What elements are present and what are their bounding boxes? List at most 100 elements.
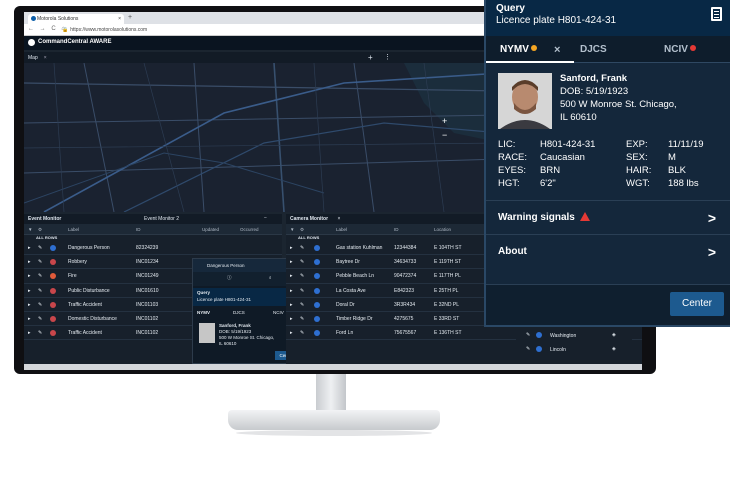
more-options-icon[interactable]: ⋮	[384, 53, 391, 61]
row-label: Timber Ridge Dr	[336, 315, 373, 322]
settings-gear-icon[interactable]: ⚙	[300, 227, 304, 233]
mini-addr1: 500 W Monroe St. Chicago,	[219, 335, 275, 340]
tab-nciv-label: NCIV	[664, 44, 688, 55]
pin-icon[interactable]: ✎	[38, 288, 42, 294]
mini-tab-djcs[interactable]: DJCS	[233, 310, 245, 315]
row-location: E 136TH ST	[434, 330, 462, 337]
person-address-line2: IL 60610	[560, 112, 597, 123]
add-panel-icon[interactable]: +	[368, 53, 373, 62]
mini-name: Sanford, Frank	[219, 323, 251, 328]
row-id: 90472374	[394, 273, 417, 280]
pin-icon[interactable]: ✎	[300, 330, 304, 336]
list-item[interactable]: ✎ Washington ◈	[516, 329, 632, 343]
row-label: Doral Dr	[336, 301, 355, 308]
about-row[interactable]: About >	[486, 234, 730, 268]
url-field[interactable]: 🔒 https://www.motorolasolutions.com	[62, 27, 147, 33]
pin-icon[interactable]: ✎	[38, 302, 42, 308]
chevron-right-icon[interactable]: >	[708, 244, 716, 260]
chevron-right-icon[interactable]: >	[708, 210, 716, 226]
table-row[interactable]: ▸ ✎ Dangerous Person 82324239	[24, 241, 282, 256]
row-label: Robbery	[68, 259, 87, 266]
col-id[interactable]: ID	[136, 227, 141, 232]
pin-icon[interactable]: ✎	[38, 245, 42, 251]
pin-icon[interactable]: ✎	[300, 302, 304, 308]
document-icon[interactable]	[711, 7, 722, 21]
center-button[interactable]: Center	[670, 292, 724, 316]
zoom-in-icon[interactable]: +	[442, 116, 447, 126]
col-id[interactable]: ID	[394, 227, 399, 232]
list-item-label: Washington	[550, 333, 577, 339]
pin-icon[interactable]: ✎	[300, 273, 304, 279]
filter-icon[interactable]: ▼	[28, 227, 32, 232]
tab-nymv[interactable]: NYMV	[500, 44, 537, 55]
pin-icon[interactable]: ✎	[300, 316, 304, 322]
person-name: Sanford, Frank	[560, 73, 628, 84]
camera-icon	[536, 346, 542, 352]
settings-gear-icon[interactable]: ⚙	[38, 227, 42, 233]
pin-icon[interactable]: ✎	[300, 245, 304, 251]
expand-icon[interactable]: ▸	[28, 330, 31, 336]
expand-icon[interactable]: ▸	[28, 302, 31, 308]
pin-icon[interactable]: ✎	[300, 259, 304, 265]
pin-icon[interactable]: ✎	[526, 346, 530, 352]
close-tab-icon[interactable]: ×	[554, 44, 560, 56]
mini-popup-toolbar: ⓘ ⌕	[193, 272, 301, 286]
pin-icon[interactable]: ✎	[38, 330, 42, 336]
list-item[interactable]: ✎ Lincoln ◈	[516, 343, 632, 357]
map-panel-header: Map × + ⋮	[24, 52, 502, 63]
mini-tab-nciv[interactable]: NCIV	[273, 310, 284, 315]
col-label[interactable]: Label	[68, 227, 79, 232]
expand-icon[interactable]: ▸	[290, 245, 293, 251]
col-location[interactable]: Location	[434, 227, 451, 232]
col-updated[interactable]: Updated	[202, 227, 219, 232]
tab-nciv[interactable]: NCIV	[664, 44, 696, 55]
warning-signals-row[interactable]: Warning signals >	[486, 200, 730, 234]
map-canvas[interactable]	[24, 62, 502, 212]
mini-tab-nymv[interactable]: NYMV	[197, 310, 210, 315]
expand-icon[interactable]: ▸	[290, 259, 293, 265]
expand-icon[interactable]: ▸	[290, 316, 293, 322]
expand-icon[interactable]: ▸	[28, 245, 31, 251]
locate-icon[interactable]: ◈	[612, 332, 616, 338]
minimize-icon[interactable]: −	[264, 215, 267, 221]
wgt-label: WGT:	[626, 178, 650, 189]
search-icon[interactable]: ⌕	[269, 275, 272, 280]
row-id: 12344384	[394, 245, 417, 251]
locate-icon[interactable]: ◈	[612, 346, 616, 352]
sex-label: SEX:	[626, 152, 648, 163]
col-occurred[interactable]: Occurred	[240, 227, 259, 232]
expand-icon[interactable]: ▸	[28, 259, 31, 265]
pin-icon[interactable]: ✎	[38, 316, 42, 322]
expand-icon[interactable]: ▸	[28, 288, 31, 294]
new-tab-icon[interactable]: +	[128, 14, 132, 21]
close-map-icon[interactable]: ×	[44, 55, 47, 61]
card-subtitle: Licence plate H801-424-31	[496, 15, 617, 26]
camera-icon	[314, 330, 320, 337]
info-icon[interactable]: ⓘ	[227, 275, 232, 281]
expand-icon[interactable]: ▸	[28, 316, 31, 322]
zoom-out-icon[interactable]: −	[442, 130, 447, 140]
close-tab-icon[interactable]: ×	[118, 16, 121, 22]
expand-icon[interactable]: ▸	[28, 273, 31, 279]
lock-icon: 🔒	[62, 27, 69, 33]
browser-tab[interactable]: Motorola Solutions ×	[28, 14, 124, 24]
row-location: E 119TH ST	[434, 259, 462, 266]
expand-icon[interactable]: ▸	[290, 273, 293, 279]
close-camera-icon[interactable]: ×	[337, 216, 340, 222]
pin-icon[interactable]: ✎	[38, 273, 42, 279]
event-monitor-2-tab[interactable]: Event Monitor 2	[144, 216, 179, 222]
pin-icon[interactable]: ✎	[526, 332, 530, 338]
tab-djcs[interactable]: DJCS	[580, 44, 607, 55]
expand-icon[interactable]: ▸	[290, 302, 293, 308]
expand-icon[interactable]: ▸	[290, 330, 293, 336]
expand-icon[interactable]: ▸	[290, 288, 293, 294]
app-title: CommandCentral AWARE	[38, 39, 112, 45]
col-label[interactable]: Label	[336, 227, 347, 232]
person-summary: Sanford, Frank DOB: 5/19/1923 500 W Monr…	[486, 63, 730, 137]
filter-icon[interactable]: ▼	[290, 227, 294, 232]
pin-icon[interactable]: ✎	[38, 259, 42, 265]
mini-addr2: IL 60610	[219, 341, 237, 346]
pin-icon[interactable]: ✎	[300, 288, 304, 294]
row-label: Pebble Beach Ln	[336, 273, 375, 280]
right-list-remnant: ✎ Washington ◈ ✎ Lincoln ◈	[516, 327, 632, 355]
